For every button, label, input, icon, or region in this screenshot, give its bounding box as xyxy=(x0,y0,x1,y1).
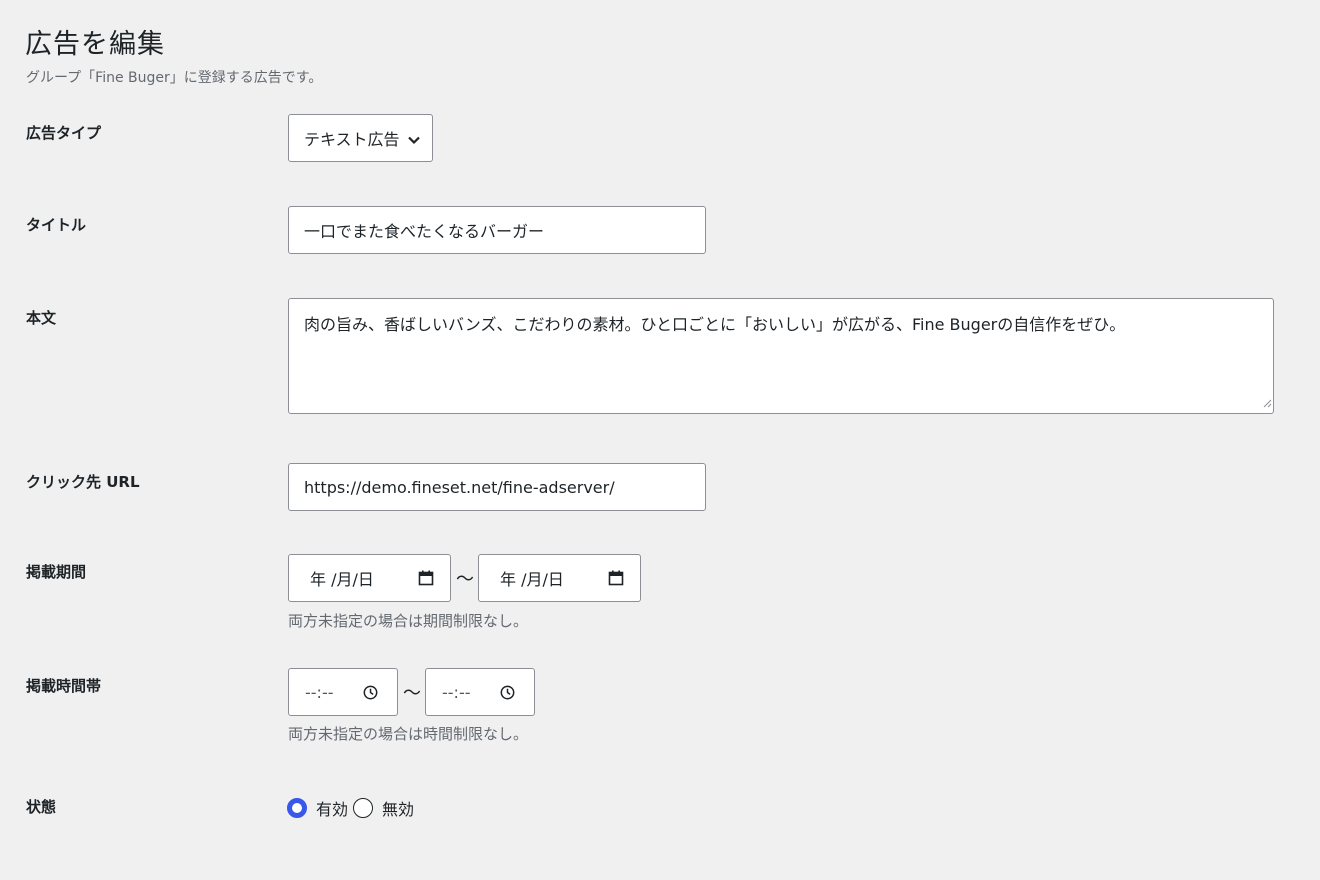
time-separator: 〜 xyxy=(403,683,421,704)
page-title: 広告を編集 xyxy=(25,29,165,60)
period-end-date-input[interactable]: 年 /月/日 xyxy=(478,554,641,602)
title-label: タイトル xyxy=(26,216,87,234)
clock-icon[interactable] xyxy=(363,685,378,704)
body-textarea[interactable]: 肉の旨み、香ばしいバンズ、こだわりの素材。ひと口ごとに「おいしい」が広がる、Fi… xyxy=(288,298,1274,414)
edit-ad-page: 広告を編集 グループ「Fine Buger」に登録する広告です。 広告タイプ テ… xyxy=(0,0,1320,880)
time-start-input[interactable]: --:-- xyxy=(288,668,398,716)
body-label: 本文 xyxy=(26,309,57,327)
status-radio-group: 有効 無効 xyxy=(287,796,419,820)
calendar-icon[interactable] xyxy=(418,570,434,590)
radio-unchecked-icon[interactable] xyxy=(353,798,374,818)
period-start-value: 年 /月/日 xyxy=(310,570,374,589)
period-hint: 両方未指定の場合は期間制限なし。 xyxy=(288,612,529,630)
period-label: 掲載期間 xyxy=(26,563,87,581)
click-url-input[interactable]: https://demo.fineset.net/fine-adserver/ xyxy=(288,463,706,511)
period-end-value: 年 /月/日 xyxy=(500,570,564,589)
body-textarea-value: 肉の旨み、香ばしいバンズ、こだわりの素材。ひと口ごとに「おいしい」が広がる、Fi… xyxy=(304,315,1126,334)
radio-checked-icon[interactable] xyxy=(287,798,307,818)
title-input-value: 一口でまた食べたくなるバーガー xyxy=(304,222,545,241)
title-input[interactable]: 一口でまた食べたくなるバーガー xyxy=(288,206,706,254)
time-range-label: 掲載時間帯 xyxy=(26,677,102,695)
click-url-label: クリック先 URL xyxy=(26,473,140,491)
status-radio-inactive[interactable]: 無効 xyxy=(353,796,414,820)
status-radio-active[interactable]: 有効 xyxy=(287,796,348,820)
status-option-active-label: 有効 xyxy=(316,800,349,819)
status-label: 状態 xyxy=(26,798,57,816)
ad-type-select[interactable]: テキスト広告 xyxy=(288,114,433,162)
calendar-icon[interactable] xyxy=(608,570,624,590)
time-range-hint: 両方未指定の場合は時間制限なし。 xyxy=(288,725,529,743)
page-description: グループ「Fine Buger」に登録する広告です。 xyxy=(26,70,323,86)
ad-type-label: 広告タイプ xyxy=(26,124,102,142)
time-start-value: --:-- xyxy=(305,682,334,702)
chevron-down-icon xyxy=(407,132,421,151)
resize-handle-icon[interactable] xyxy=(1262,393,1272,412)
period-start-date-input[interactable]: 年 /月/日 xyxy=(288,554,451,602)
ad-type-value: テキスト広告 xyxy=(304,130,400,149)
status-option-inactive-label: 無効 xyxy=(382,800,415,819)
clock-icon[interactable] xyxy=(500,685,515,704)
click-url-value: https://demo.fineset.net/fine-adserver/ xyxy=(304,477,615,497)
time-end-input[interactable]: --:-- xyxy=(425,668,535,716)
time-end-value: --:-- xyxy=(442,682,471,702)
period-separator: 〜 xyxy=(456,569,474,590)
